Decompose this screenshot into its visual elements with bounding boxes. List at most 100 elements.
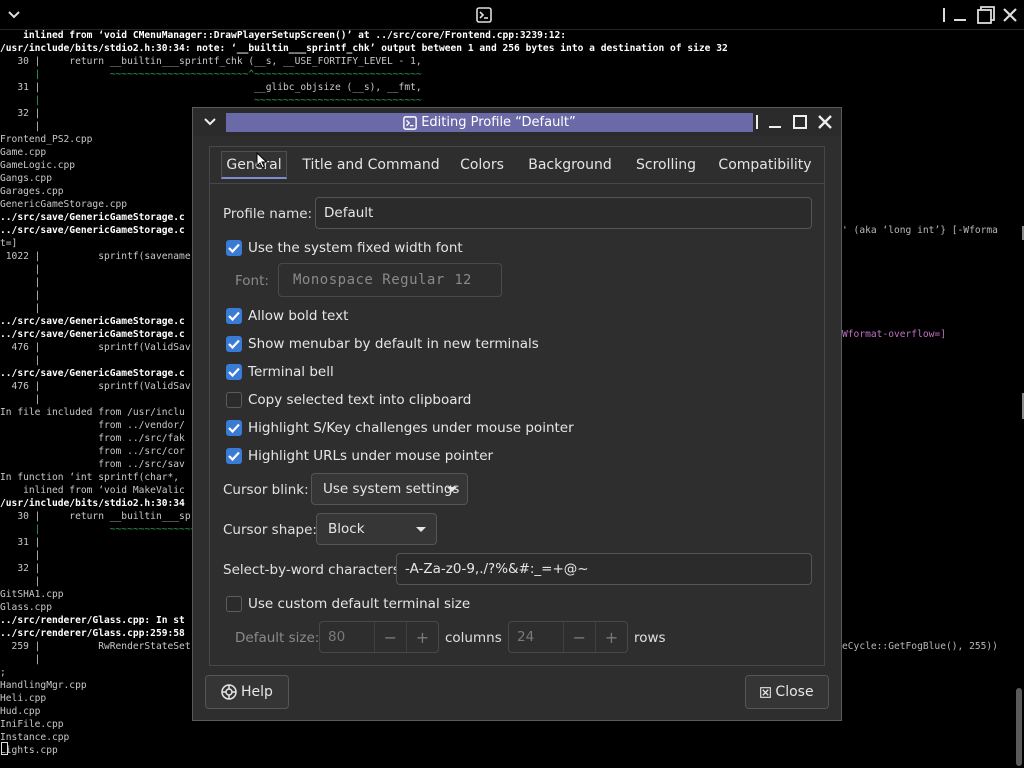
- terminal-line: | ~~~~~~~~~~~~~~~~~~~~~~~~^~~~~~~~~~~~~~…: [0, 69, 422, 80]
- checkbox-label: Use the system fixed width font: [248, 240, 463, 256]
- dropdown-arrow-icon: [447, 487, 457, 492]
- minimize-icon[interactable]: [763, 111, 787, 133]
- checkmark-icon: [228, 367, 240, 377]
- dialog-title: Editing Profile “Default”: [226, 113, 753, 132]
- checkbox-label: Highlight S/Key challenges under mouse p…: [248, 420, 574, 436]
- terminal-line-fragment: Wformat-overflow=]: [842, 329, 946, 340]
- close-icon[interactable]: [996, 0, 1024, 29]
- tab-label: General: [226, 156, 282, 173]
- mouse-pointer-icon: [256, 152, 268, 169]
- checkbox-label: Copy selected text into clipboard: [248, 392, 472, 408]
- terminal-line: Instance.cpp: [0, 732, 70, 743]
- tab-label: Compatibility: [718, 157, 812, 173]
- custom-size-checkbox[interactable]: Use custom default terminal size: [226, 594, 470, 614]
- terminal-line: | ~~~~~~~~~~~~~~~~~~~~~~~~~~~~~: [0, 95, 422, 106]
- checkbox[interactable]: [226, 336, 242, 352]
- terminal-app-icon: [403, 115, 418, 130]
- highlight-urls-checkbox[interactable]: Highlight URLs under mouse pointer: [226, 446, 493, 466]
- close-button[interactable]: Close: [745, 675, 829, 709]
- checkbox-label: Highlight URLs under mouse pointer: [248, 448, 494, 464]
- help-button[interactable]: Help: [205, 675, 289, 709]
- columns-spinbutton[interactable]: 80 − +: [319, 621, 439, 653]
- close-button-label: Close: [775, 684, 814, 700]
- terminal-line-fragment: eCycle::GetFogBlue(), 255)): [842, 641, 998, 652]
- checkbox-label: Show menubar by default in new terminals: [248, 336, 539, 352]
- show-menubar-checkbox[interactable]: Show menubar by default in new terminals: [226, 334, 539, 354]
- tab-title-and-command[interactable]: Title and Command: [301, 151, 441, 179]
- columns-label: columns: [445, 630, 502, 646]
- checkbox-label: Use custom default terminal size: [248, 596, 471, 612]
- settings-notebook: General Title and Command Colors Backgro…: [209, 146, 825, 666]
- terminal-app-icon: [470, 0, 498, 29]
- terminal-titlebar: [0, 0, 1024, 30]
- terminal-line: /usr/include/bits/stdio2.h:30:34: note: …: [0, 43, 728, 54]
- chevron-down-icon[interactable]: [0, 0, 28, 29]
- plus-icon[interactable]: +: [407, 622, 438, 652]
- help-icon: [221, 684, 237, 700]
- cursor-shape-label: Cursor shape:: [223, 522, 317, 538]
- tab-label: Colors: [460, 157, 504, 173]
- checkmark-icon: [228, 311, 240, 321]
- checkbox[interactable]: [226, 420, 242, 436]
- checkbox[interactable]: [226, 364, 242, 380]
- rows-label: rows: [634, 630, 666, 646]
- cursor-blink-dropdown[interactable]: Use system settings: [311, 473, 468, 505]
- profile-dialog: Editing Profile “Default” General Title …: [192, 107, 842, 721]
- font-name: Monospace Regular: [293, 272, 445, 288]
- checkbox[interactable]: [226, 596, 242, 612]
- checkmark-icon: [228, 243, 240, 253]
- rows-spinbutton[interactable]: 24 − +: [508, 621, 628, 653]
- tab-general[interactable]: General: [221, 151, 287, 179]
- highlight-skey-checkbox[interactable]: Highlight S/Key challenges under mouse p…: [226, 418, 574, 438]
- cursor-shape-value: Block: [328, 521, 365, 537]
- profile-name-input[interactable]: Default: [315, 197, 812, 229]
- chevron-down-icon[interactable]: [198, 111, 222, 133]
- use-system-font-checkbox[interactable]: Use the system fixed width font: [226, 238, 463, 258]
- help-button-label: Help: [241, 684, 273, 700]
- minus-icon[interactable]: −: [564, 622, 596, 652]
- maximize-icon[interactable]: [788, 111, 812, 133]
- plus-icon[interactable]: +: [596, 622, 627, 652]
- tab-scrolling[interactable]: Scrolling: [628, 151, 704, 179]
- checkmark-icon: [228, 339, 240, 349]
- checkmark-icon: [228, 423, 240, 433]
- close-icon[interactable]: [813, 111, 837, 133]
- pin-icon[interactable]: [752, 111, 762, 133]
- tab-label: Scrolling: [635, 157, 697, 173]
- cursor-shape-dropdown[interactable]: Block: [316, 513, 437, 545]
- select-by-word-input[interactable]: -A-Za-z0-9,./?%&#:_=+@~: [396, 553, 812, 585]
- close-icon: [760, 686, 772, 698]
- checkbox-label: Allow bold text: [248, 308, 349, 324]
- checkbox[interactable]: [226, 392, 242, 408]
- checkbox[interactable]: [226, 308, 242, 324]
- tab-background[interactable]: Background: [522, 151, 618, 179]
- font-chooser-button[interactable]: Monospace Regular 12: [278, 263, 502, 297]
- terminal-line-fragment: ' (aka ‘long int’} [-Wforma: [842, 225, 998, 236]
- profile-name-label: Profile name:: [223, 206, 313, 222]
- checkbox[interactable]: [226, 448, 242, 464]
- copy-selection-checkbox[interactable]: Copy selected text into clipboard: [226, 390, 471, 410]
- tab-compatibility[interactable]: Compatibility: [715, 151, 815, 179]
- minus-icon[interactable]: −: [375, 622, 407, 652]
- allow-bold-checkbox[interactable]: Allow bold text: [226, 306, 348, 326]
- checkmark-icon: [228, 451, 240, 461]
- terminal-bell-checkbox[interactable]: Terminal bell: [226, 362, 334, 382]
- terminal-line: 31 | __glibc_objsize (__s), __fmt,: [0, 82, 422, 93]
- font-size: 12: [454, 272, 472, 288]
- dialog-title-text: Editing Profile “Default”: [421, 115, 576, 130]
- dropdown-arrow-icon: [416, 527, 426, 532]
- terminal-scrollbar[interactable]: [1016, 688, 1022, 766]
- rows-value[interactable]: 24: [509, 622, 564, 652]
- tab-label: Title and Command: [302, 157, 440, 173]
- default-size-label: Default size:: [235, 630, 320, 646]
- tab-colors[interactable]: Colors: [452, 151, 512, 179]
- columns-value[interactable]: 80: [320, 622, 375, 652]
- checkbox[interactable]: [226, 240, 242, 256]
- minimize-icon[interactable]: [946, 0, 974, 29]
- terminal-line: inlined from ‘void CMenuManager::DrawPla…: [0, 30, 567, 41]
- terminal-cursor: [1, 742, 8, 755]
- dialog-titlebar: Editing Profile “Default”: [193, 108, 841, 136]
- select-by-word-label: Select-by-word characters:: [223, 562, 405, 578]
- checkbox-label: Terminal bell: [248, 364, 334, 380]
- terminal-line: 30 | return __builtin___sprintf_chk (__s…: [0, 56, 422, 67]
